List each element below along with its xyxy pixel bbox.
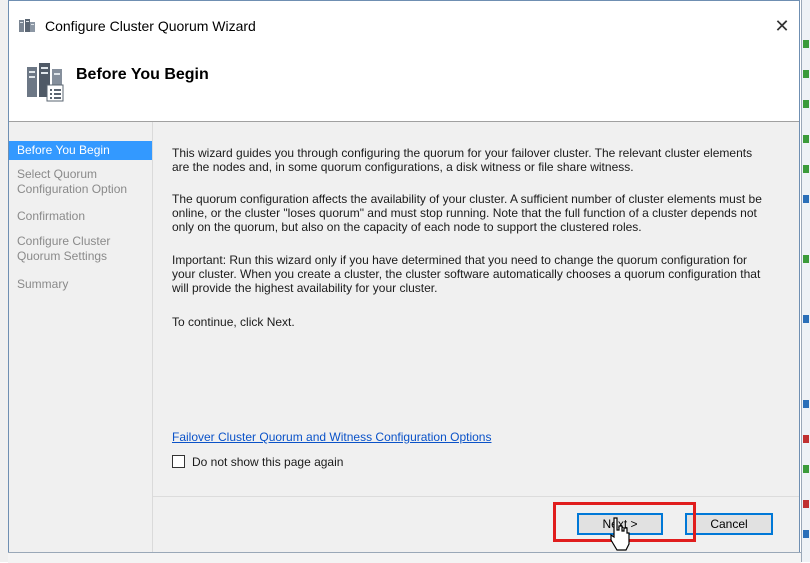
close-button[interactable]: ✕ xyxy=(769,13,795,39)
wizard-footer: Next > Cancel xyxy=(153,497,799,552)
do-not-show-again-checkbox[interactable] xyxy=(172,455,185,468)
title-bar[interactable]: Configure Cluster Quorum Wizard ✕ xyxy=(9,1,799,43)
background-icon xyxy=(803,530,809,538)
nav-step-configure-cluster-quorum-settings[interactable]: Configure Cluster Quorum Settings xyxy=(9,234,152,264)
wizard-content: This wizard guides you through configuri… xyxy=(153,122,799,496)
window-title: Configure Cluster Quorum Wizard xyxy=(45,18,256,34)
background-icon xyxy=(803,70,809,78)
background-app-bottom-edge xyxy=(8,552,801,563)
nav-step-summary[interactable]: Summary xyxy=(9,277,152,292)
background-icon xyxy=(803,195,809,203)
background-icon xyxy=(803,500,809,508)
background-icon xyxy=(803,465,809,473)
intro-paragraph: This wizard guides you through configuri… xyxy=(172,146,753,174)
background-icon xyxy=(803,40,809,48)
nav-step-select-quorum-configuration[interactable]: Select Quorum Configuration Option xyxy=(9,167,152,197)
background-icon xyxy=(803,400,809,408)
background-icon xyxy=(803,315,809,323)
nav-step-before-you-begin[interactable]: Before You Begin xyxy=(9,141,152,160)
cluster-quorum-icon xyxy=(27,63,64,102)
background-icon xyxy=(803,255,809,263)
wizard-dialog: Configure Cluster Quorum Wizard ✕ Before… xyxy=(8,0,800,552)
important-paragraph: Important: Run this wizard only if you h… xyxy=(172,253,761,295)
cancel-button[interactable]: Cancel xyxy=(685,513,773,535)
availability-paragraph: The quorum configuration affects the ava… xyxy=(172,192,762,234)
cluster-app-icon xyxy=(19,19,35,32)
quorum-options-help-link[interactable]: Failover Cluster Quorum and Witness Conf… xyxy=(172,430,491,444)
background-icon xyxy=(803,435,809,443)
continue-instruction: To continue, click Next. xyxy=(172,315,295,329)
page-title: Before You Begin xyxy=(76,66,209,83)
background-icon xyxy=(803,135,809,143)
background-icon xyxy=(803,100,809,108)
nav-step-confirmation[interactable]: Confirmation xyxy=(9,209,152,224)
wizard-steps-nav: Before You Begin Select Quorum Configura… xyxy=(9,122,153,552)
background-icon xyxy=(803,165,809,173)
hand-cursor-icon xyxy=(610,517,630,551)
wizard-header: Before You Begin xyxy=(9,43,799,121)
background-app-right-edge xyxy=(801,0,810,562)
do-not-show-again-label[interactable]: Do not show this page again xyxy=(192,455,343,469)
